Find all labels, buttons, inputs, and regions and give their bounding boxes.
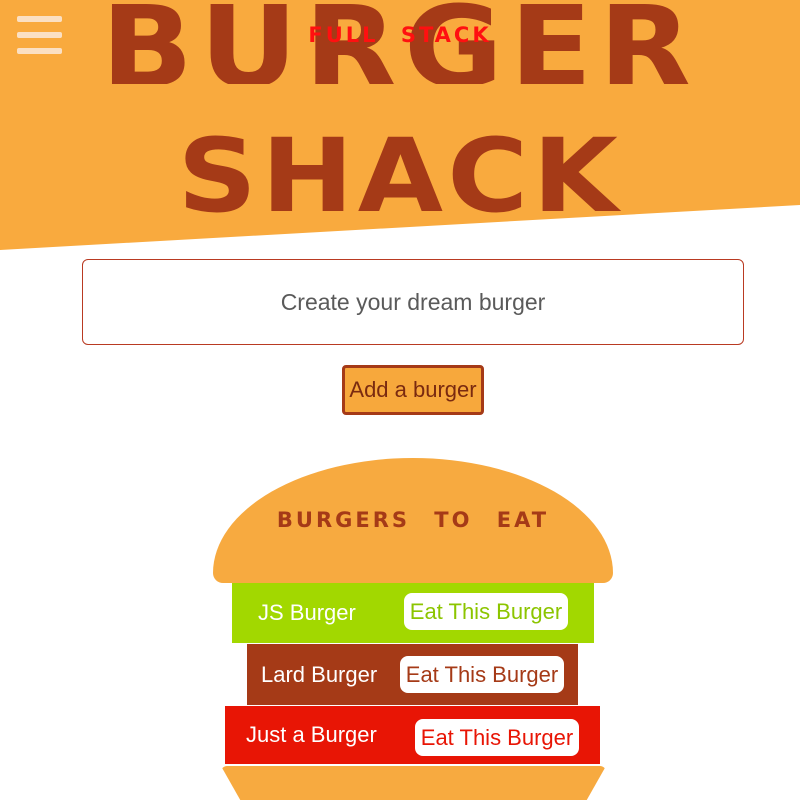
burger-item-name: Lard Burger bbox=[261, 661, 378, 687]
burger-bun-bottom bbox=[221, 766, 606, 800]
site-title-line2: SHACK bbox=[177, 117, 623, 236]
burger-name-input[interactable] bbox=[82, 259, 744, 345]
hamburger-menu-icon[interactable] bbox=[17, 16, 62, 54]
burgers-to-eat-heading: BURGERS TO EAT bbox=[276, 508, 550, 532]
burger-item: Just a Burger Eat This Burger bbox=[225, 706, 600, 764]
eat-burger-button[interactable]: Eat This Burger bbox=[404, 593, 568, 630]
burger-item-name: Just a Burger bbox=[246, 722, 377, 747]
add-burger-button[interactable]: Add a burger bbox=[342, 365, 484, 415]
burger-item: Lard Burger Eat This Burger bbox=[247, 644, 578, 705]
eat-burger-button[interactable]: Eat This Burger bbox=[415, 719, 579, 756]
burger-item: JS Burger Eat This Burger bbox=[232, 583, 594, 643]
site-subtitle: FULL STACK bbox=[308, 23, 492, 47]
burger-item-name: JS Burger bbox=[258, 600, 356, 625]
eat-burger-button[interactable]: Eat This Burger bbox=[400, 656, 564, 693]
